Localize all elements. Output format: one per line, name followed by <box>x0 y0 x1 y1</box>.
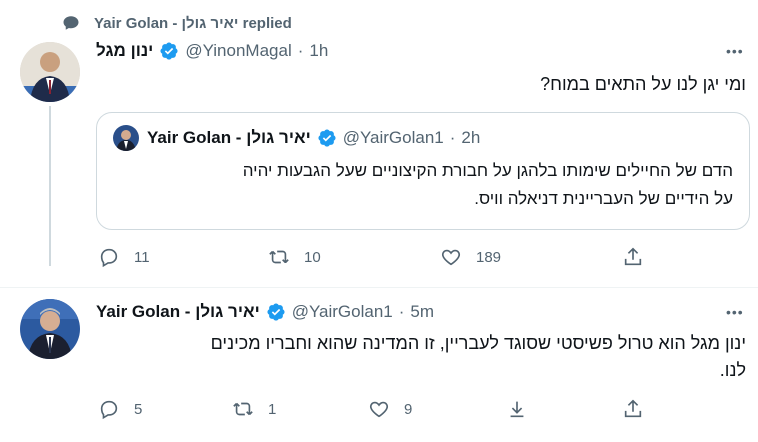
reply-count: 5 <box>134 400 143 418</box>
tweet1-text: ומי יגן לנו על התאים במוח? <box>540 74 746 94</box>
tweet2-text-line2: לנו. <box>719 360 746 380</box>
like-count: 9 <box>404 400 413 418</box>
verified-badge-icon <box>267 303 285 321</box>
heart-icon <box>441 249 461 266</box>
tweet2-text-line1: ינון מגל הוא טרול פשיסטי שסוגד לעבריין, … <box>210 333 746 353</box>
quoted-tweet[interactable]: Yair Golan - יאיר גולן @YairGolan1 · 2h … <box>96 112 750 230</box>
quote-text-line2: על הידיים של העבריינית דניאלה וויס. <box>474 189 733 208</box>
quote-text-line1: הדם של החיילים שימותו בלהגן על חבורת הקי… <box>242 161 733 180</box>
reply-context: Yair Golan - יאיר גולן replied <box>62 14 292 32</box>
speech-bubble-icon <box>63 16 79 30</box>
timestamp[interactable]: 5m <box>410 302 434 322</box>
reply-context-text[interactable]: Yair Golan - יאיר גולן replied <box>94 15 292 32</box>
like-button[interactable]: 9 <box>368 398 412 420</box>
avatar <box>113 125 139 151</box>
separator: · <box>398 302 405 321</box>
handle[interactable]: @YairGolan1 <box>292 302 393 322</box>
reply-button[interactable]: 5 <box>98 398 142 420</box>
avatar[interactable] <box>20 42 80 102</box>
heart-icon <box>369 401 389 418</box>
verified-badge-icon <box>160 42 178 60</box>
retweet-icon <box>269 250 289 264</box>
retweet-icon <box>233 402 253 416</box>
tweet-divider <box>0 287 758 288</box>
display-name[interactable]: Yair Golan - יאיר גולן <box>147 128 311 148</box>
tweet1-header: ינון מגל @YinonMagal · 1h <box>96 41 328 61</box>
handle[interactable]: @YinonMagal <box>185 41 291 61</box>
separator: · <box>297 41 304 60</box>
verified-badge-icon <box>318 129 336 147</box>
download-button[interactable] <box>506 398 528 420</box>
retweet-button[interactable]: 1 <box>232 398 276 420</box>
reply-icon <box>100 248 118 268</box>
share-icon <box>624 399 642 418</box>
display-name[interactable]: Yair Golan - יאיר גולן <box>96 302 260 322</box>
download-icon <box>510 401 524 418</box>
timestamp[interactable]: 1h <box>309 41 328 61</box>
reply-icon <box>100 400 118 420</box>
share-button[interactable] <box>622 246 644 268</box>
retweet-count: 1 <box>268 400 277 418</box>
separator: · <box>449 128 456 147</box>
timestamp[interactable]: 2h <box>461 128 480 148</box>
reply-button[interactable]: 11 <box>98 246 150 268</box>
share-icon <box>624 247 642 266</box>
retweet-button[interactable]: 10 <box>268 246 321 268</box>
more-options-button[interactable]: ••• <box>726 44 744 58</box>
tweet2-header: Yair Golan - יאיר גולן @YairGolan1 · 5m <box>96 302 434 322</box>
more-options-button[interactable]: ••• <box>726 305 744 319</box>
avatar[interactable] <box>20 299 80 359</box>
like-button[interactable]: 189 <box>440 246 501 268</box>
thread-connector <box>49 106 51 266</box>
share-button[interactable] <box>622 398 644 420</box>
handle[interactable]: @YairGolan1 <box>343 128 444 148</box>
quote-header: Yair Golan - יאיר גולן @YairGolan1 · 2h <box>113 125 480 151</box>
like-count: 189 <box>476 248 502 266</box>
display-name[interactable]: ינון מגל <box>96 41 153 61</box>
retweet-count: 10 <box>304 248 321 266</box>
reply-count: 11 <box>134 248 150 266</box>
